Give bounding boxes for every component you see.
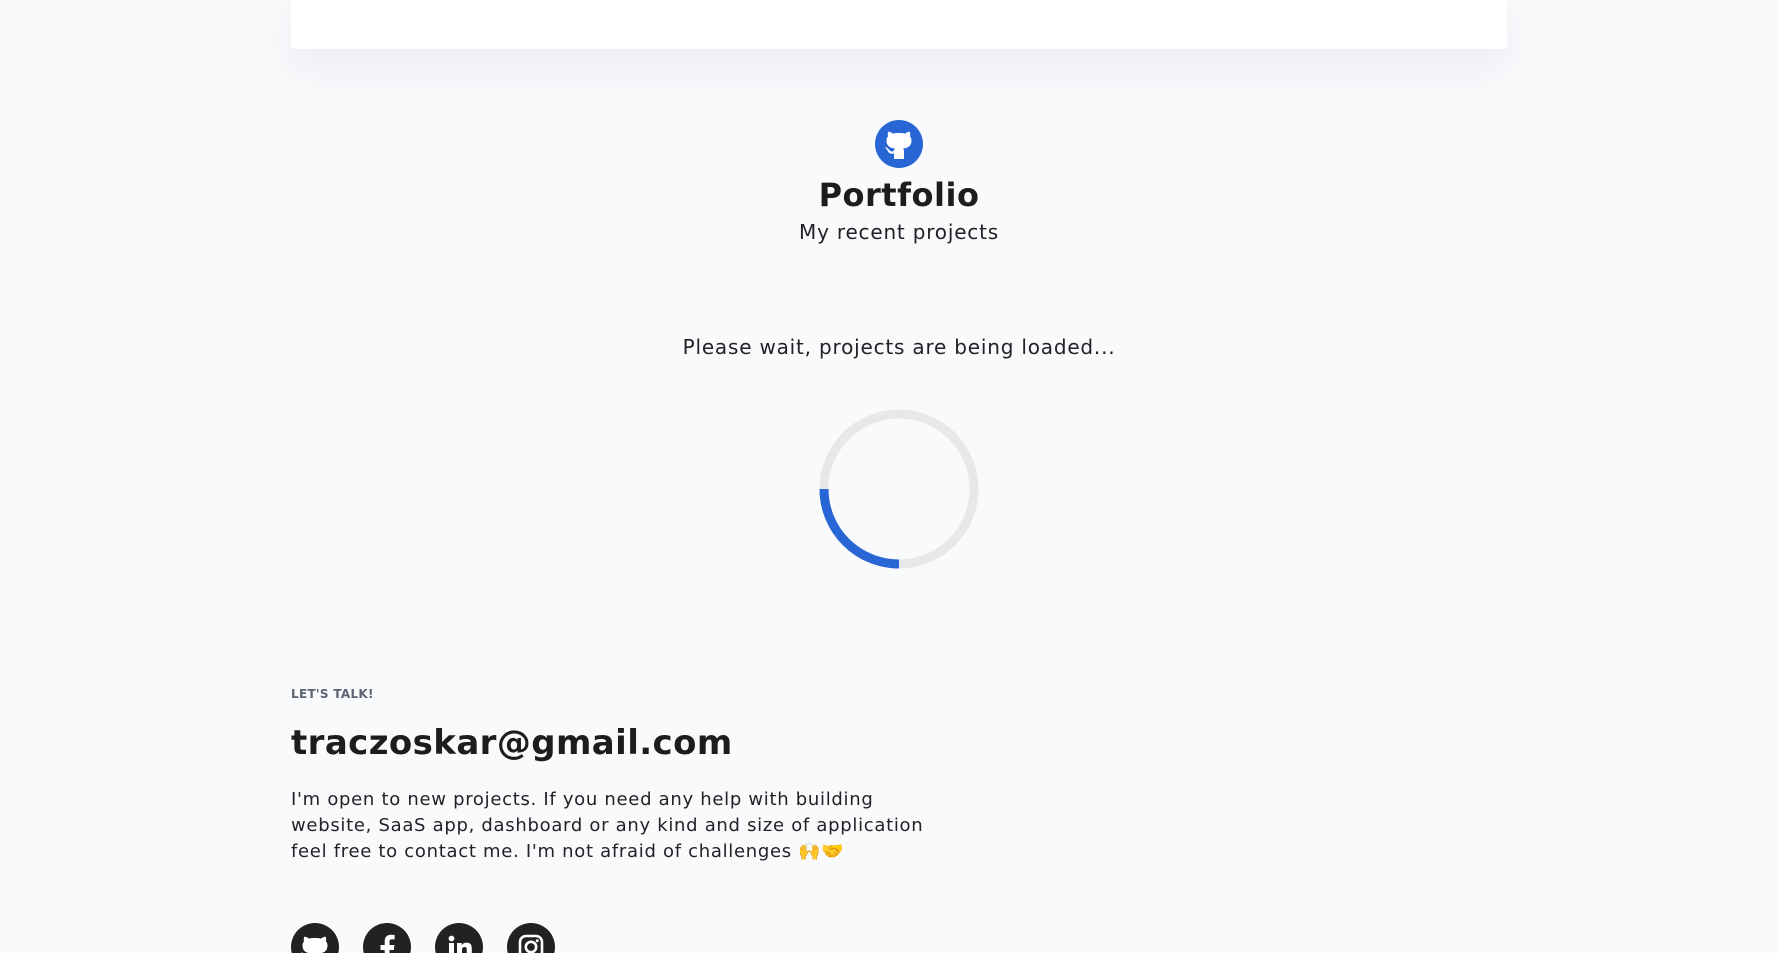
portfolio-page: Portfolio My recent projects Please wait… — [0, 0, 1778, 953]
loading-spinner — [818, 408, 980, 570]
github-icon — [875, 120, 923, 168]
linkedin-link[interactable] — [435, 923, 483, 953]
page-subtitle: My recent projects — [799, 220, 999, 244]
about-card — [291, 0, 1507, 49]
facebook-icon — [380, 934, 395, 953]
contact-blurb: I'm open to new projects. If you need an… — [291, 789, 924, 862]
instagram-link[interactable] — [507, 923, 555, 953]
linkedin-icon — [448, 935, 472, 953]
contact-section: LET'S TALK! traczoskar@gmail.com I'm ope… — [291, 687, 1011, 865]
facebook-link[interactable] — [363, 923, 411, 953]
page-title: Portfolio — [818, 176, 980, 214]
contact-email-link[interactable]: traczoskar@gmail.com — [291, 723, 1011, 763]
github-link[interactable] — [291, 923, 339, 953]
loading-message: Please wait, projects are being loaded..… — [682, 335, 1116, 359]
github-icon — [301, 936, 328, 953]
social-links — [291, 923, 555, 953]
contact-eyebrow: LET'S TALK! — [291, 687, 374, 701]
portfolio-section-header: Portfolio My recent projects — [0, 120, 1778, 244]
instagram-icon — [518, 934, 544, 953]
